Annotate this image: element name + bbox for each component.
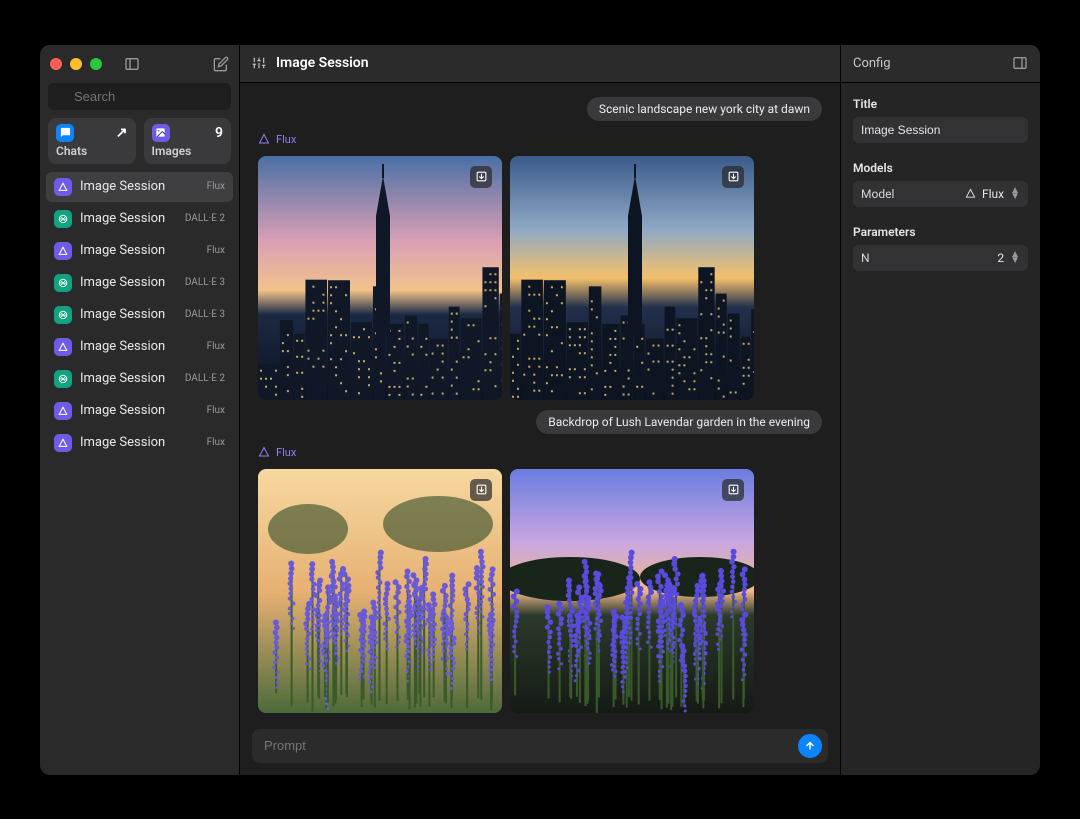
sidebar-item-session[interactable]: Image Session DALL·E 2: [46, 364, 233, 394]
search-box: [48, 83, 231, 110]
sidebar: ↗ Chats 9 Images Image SessionFluxImage …: [40, 45, 240, 775]
flux-icon: [258, 446, 270, 458]
flux-icon: [54, 338, 72, 356]
window-minimize-button[interactable]: [70, 58, 82, 70]
download-icon[interactable]: [722, 479, 744, 501]
chat-bubble-icon: [56, 124, 74, 142]
session-model-badge: DALL·E 3: [185, 277, 225, 288]
session-label: Image Session: [80, 435, 199, 450]
download-icon[interactable]: [722, 166, 744, 188]
config-models-label: Models: [853, 161, 1028, 175]
generated-image-row: [258, 469, 822, 713]
prompt-bar: [252, 729, 828, 763]
config-title-label: Title: [853, 97, 1028, 111]
session-label: Image Session: [80, 211, 177, 226]
flux-icon: [54, 242, 72, 260]
chat-area: Scenic landscape new york city at dawn Fl…: [240, 83, 840, 729]
sidebar-item-session[interactable]: Image Session DALL·E 2: [46, 204, 233, 234]
generated-image[interactable]: [258, 156, 502, 400]
compose-icon[interactable]: [213, 56, 229, 72]
session-model-badge: Flux: [207, 181, 225, 192]
external-link-icon: ↗: [116, 125, 128, 141]
flux-icon: [965, 188, 976, 199]
sliders-icon[interactable]: [252, 56, 266, 70]
session-model-badge: Flux: [207, 245, 225, 256]
sidebar-item-session[interactable]: Image Session DALL·E 3: [46, 300, 233, 330]
model-select[interactable]: Model Flux ▲▼: [853, 181, 1028, 207]
dalle-icon: [54, 274, 72, 292]
page-title: Image Session: [276, 55, 369, 71]
stepper-chevron-icon: ▲▼: [1010, 252, 1020, 264]
download-icon[interactable]: [470, 166, 492, 188]
arrow-up-icon: [804, 740, 816, 752]
images-count: 9: [215, 125, 223, 141]
window-titlebar: [40, 45, 239, 83]
config-panel: Config Title Models Model Flux ▲▼: [840, 45, 1040, 775]
panel-toggle-icon[interactable]: [1012, 55, 1028, 71]
session-label: Image Session: [80, 179, 199, 194]
session-label: Image Session: [80, 307, 177, 322]
session-model-badge: Flux: [207, 437, 225, 448]
generation-model-label: Flux: [258, 133, 822, 146]
generated-image-row: [258, 156, 822, 400]
window-close-button[interactable]: [50, 58, 62, 70]
tab-chats-label: Chats: [56, 144, 128, 158]
tab-images-label: Images: [152, 144, 224, 158]
session-label: Image Session: [80, 371, 177, 386]
prompt-input[interactable]: [264, 738, 790, 753]
send-button[interactable]: [798, 734, 822, 758]
session-list: Image SessionFluxImage SessionDALL·E 2Im…: [40, 172, 239, 775]
user-prompt-pill: Scenic landscape new york city at dawn: [587, 97, 822, 121]
model-field-label: Model: [861, 187, 894, 201]
sidebar-item-session[interactable]: Image Session Flux: [46, 332, 233, 362]
generation-model-label: Flux: [258, 446, 822, 459]
sidebar-item-session[interactable]: Image Session DALL·E 3: [46, 268, 233, 298]
generated-image[interactable]: [510, 156, 754, 400]
tab-chats[interactable]: ↗ Chats: [48, 118, 136, 164]
session-model-badge: DALL·E 3: [185, 309, 225, 320]
sidebar-item-session[interactable]: Image Session Flux: [46, 236, 233, 266]
session-label: Image Session: [80, 339, 199, 354]
flux-icon: [54, 178, 72, 196]
session-model-badge: DALL·E 2: [185, 213, 225, 224]
session-label: Image Session: [80, 243, 199, 258]
app-window: ↗ Chats 9 Images Image SessionFluxImage …: [40, 45, 1040, 775]
flux-icon: [54, 402, 72, 420]
image-icon: [152, 124, 170, 142]
sidebar-item-session[interactable]: Image Session Flux: [46, 428, 233, 458]
config-body: Title Models Model Flux ▲▼ Parameters N: [841, 83, 1040, 285]
n-label: N: [861, 251, 870, 265]
config-header: Config: [841, 45, 1040, 83]
title-input[interactable]: [853, 117, 1028, 143]
dalle-icon: [54, 370, 72, 388]
model-value: Flux: [982, 187, 1004, 201]
session-label: Image Session: [80, 403, 199, 418]
session-label: Image Session: [80, 275, 177, 290]
n-stepper[interactable]: N 2 ▲▼: [853, 245, 1028, 271]
sidebar-toggle-icon[interactable]: [124, 56, 140, 72]
select-chevron-icon: ▲▼: [1010, 188, 1020, 200]
sidebar-item-session[interactable]: Image Session Flux: [46, 396, 233, 426]
tab-images[interactable]: 9 Images: [144, 118, 232, 164]
window-maximize-button[interactable]: [90, 58, 102, 70]
session-model-badge: DALL·E 2: [185, 373, 225, 384]
session-model-badge: Flux: [207, 405, 225, 416]
dalle-icon: [54, 306, 72, 324]
session-model-badge: Flux: [207, 341, 225, 352]
search-input[interactable]: [48, 83, 231, 110]
sidebar-item-session[interactable]: Image Session Flux: [46, 172, 233, 202]
config-header-label: Config: [853, 56, 891, 71]
user-prompt-pill: Backdrop of Lush Lavendar garden in the …: [536, 410, 822, 434]
n-value: 2: [997, 251, 1004, 265]
main-panel: Image Session Scenic landscape new york …: [240, 45, 840, 775]
flux-icon: [54, 434, 72, 452]
download-icon[interactable]: [470, 479, 492, 501]
sidebar-tabs: ↗ Chats 9 Images: [40, 118, 239, 172]
generated-image[interactable]: [258, 469, 502, 713]
config-parameters-label: Parameters: [853, 225, 1028, 239]
flux-icon: [258, 133, 270, 145]
main-header: Image Session: [240, 45, 840, 83]
generated-image[interactable]: [510, 469, 754, 713]
dalle-icon: [54, 210, 72, 228]
